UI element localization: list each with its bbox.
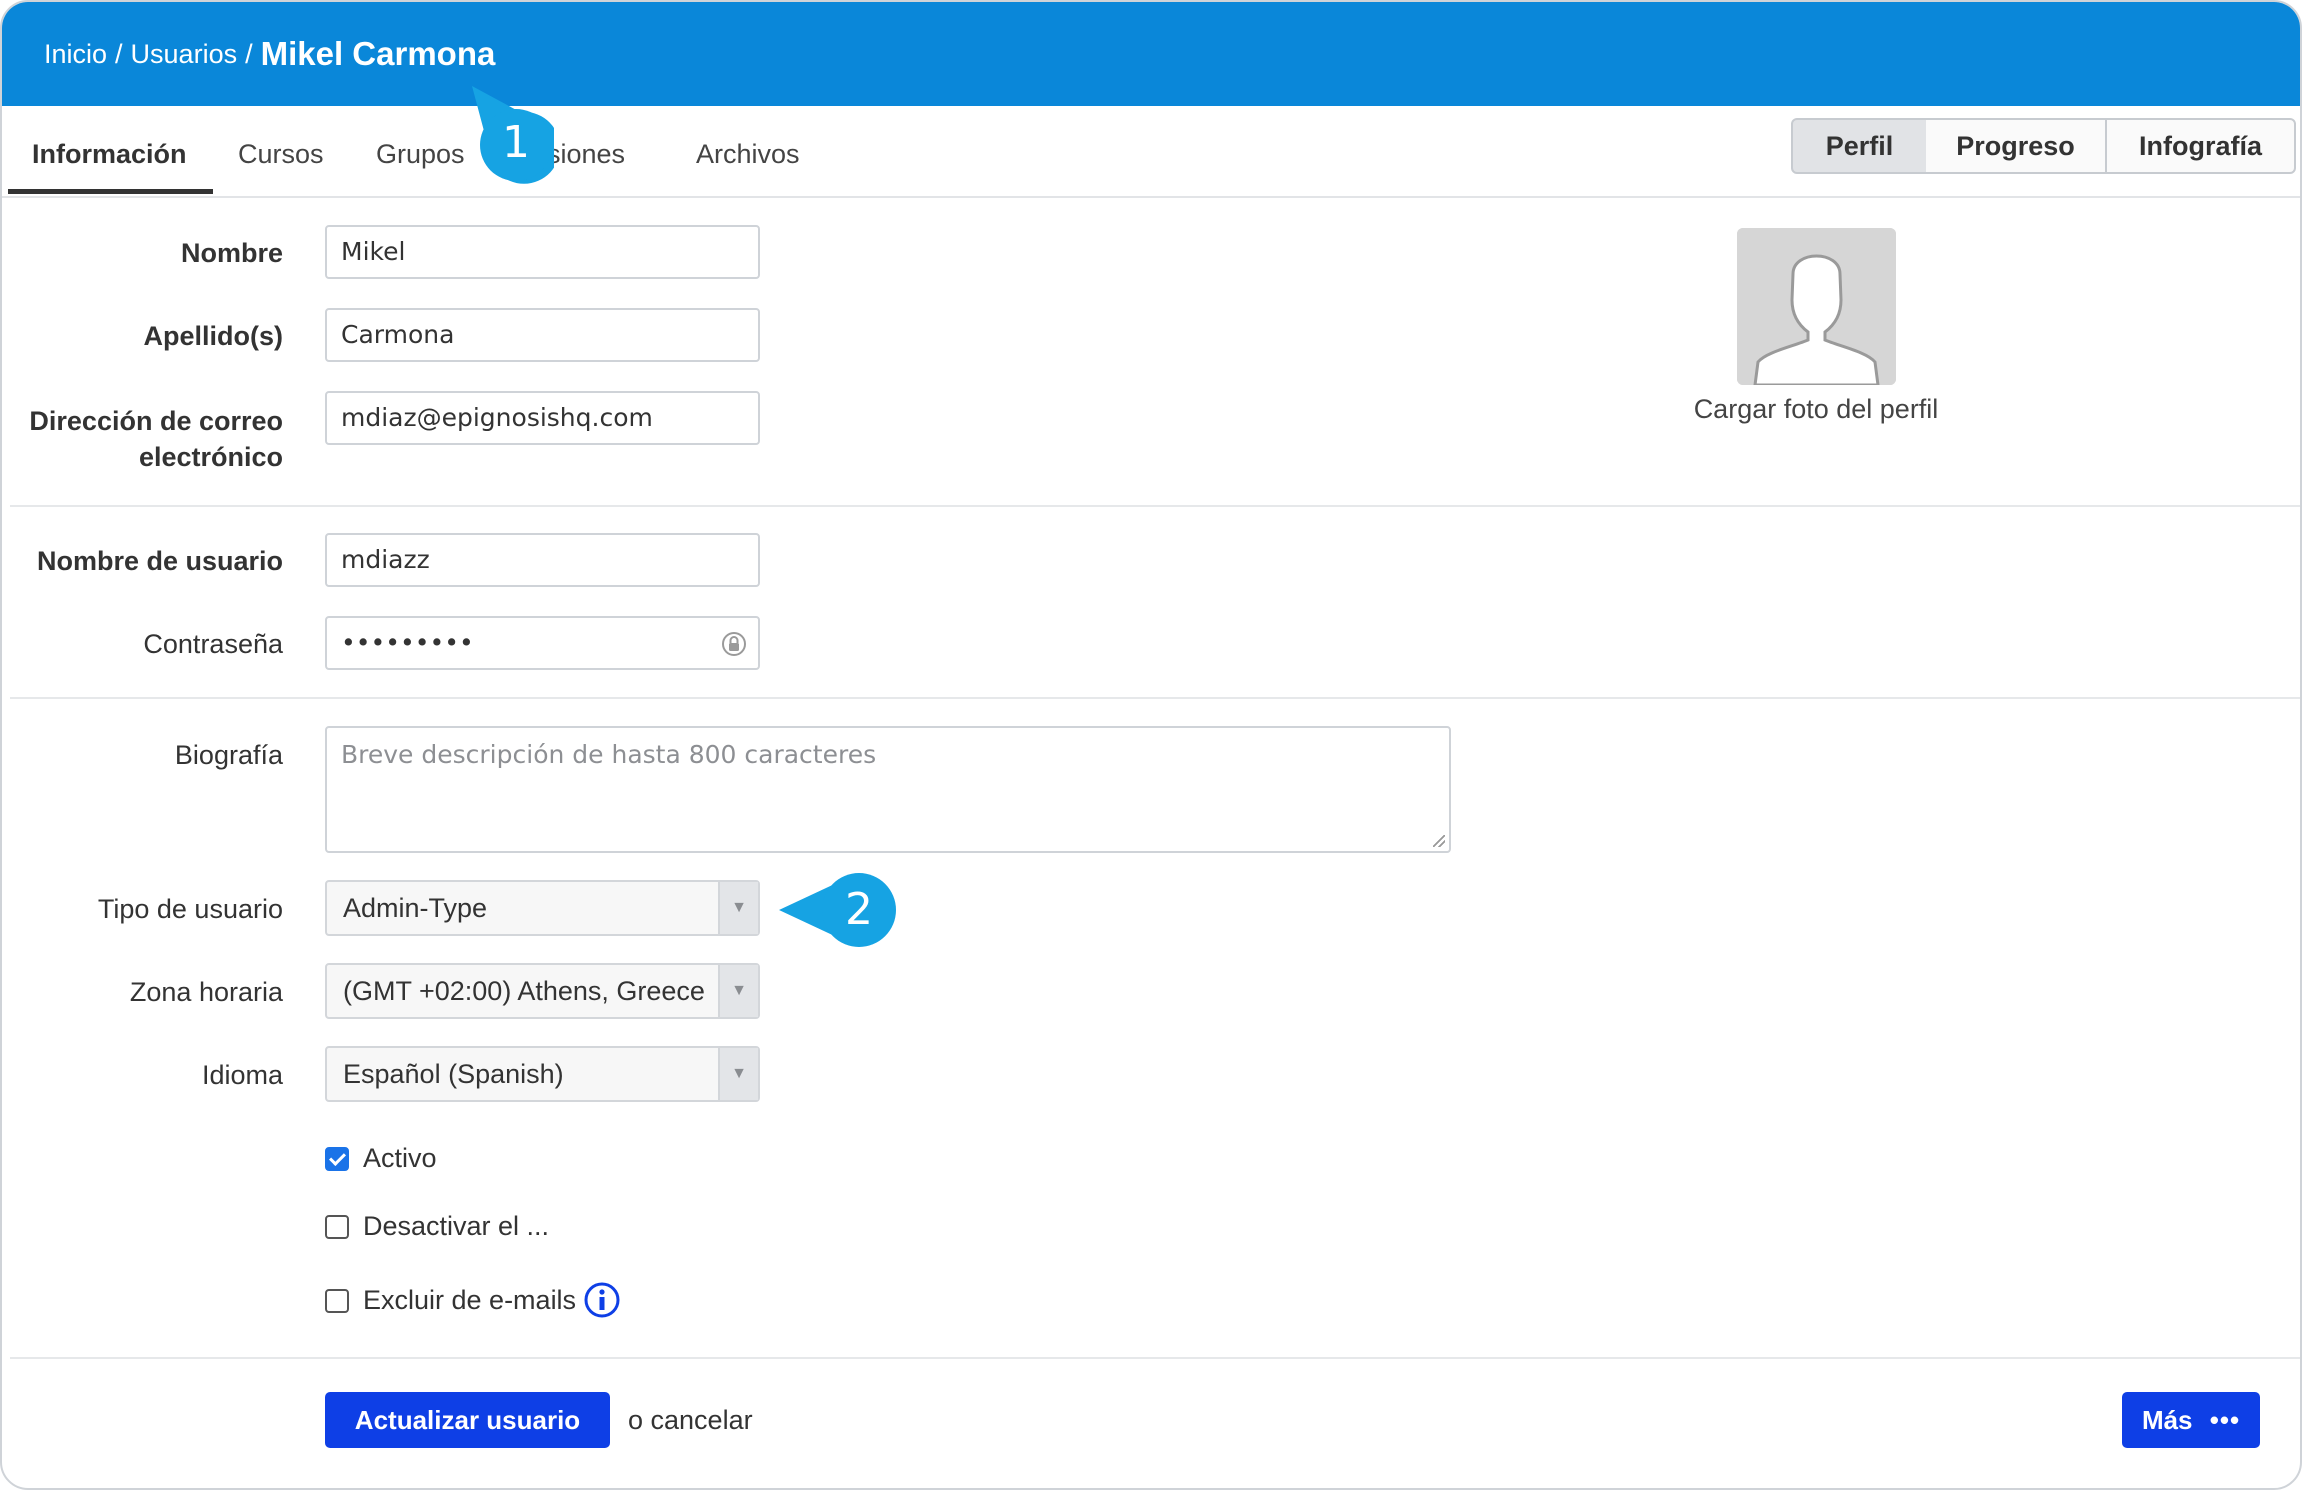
dropdown-arrow-icon: ▼	[718, 882, 758, 934]
callout-number: 2	[845, 884, 873, 935]
section-divider	[10, 505, 2300, 507]
active-checkbox[interactable]	[325, 1147, 349, 1171]
language-select[interactable]: Español (Spanish) ▼	[325, 1046, 760, 1102]
more-button[interactable]: Más •••	[2122, 1392, 2260, 1448]
active-label: Activo	[363, 1143, 437, 1173]
last-name-input[interactable]: Carmona	[325, 308, 760, 362]
bio-label: Biografía	[174, 740, 283, 770]
user-type-select[interactable]: Admin-Type ▼	[325, 880, 760, 936]
upload-photo-link[interactable]: Cargar foto del perfil	[1685, 394, 1947, 425]
tab-courses[interactable]: Cursos	[238, 106, 324, 196]
tab-information[interactable]: Información	[32, 106, 187, 196]
callout-number: 1	[502, 117, 530, 168]
breadcrumb-home-link[interactable]: Inicio	[44, 39, 107, 70]
timezone-value: (GMT +02:00) Athens, Greece	[343, 976, 705, 1006]
cancel-link[interactable]: o cancelar	[628, 1405, 753, 1436]
username-input[interactable]: mdiazz	[325, 533, 760, 587]
profile-view-button[interactable]: Perfil	[1791, 118, 1928, 174]
dropdown-arrow-icon: ▼	[718, 965, 758, 1017]
email-label: Dirección de correo electrónico	[29, 403, 283, 475]
exclude-emails-checkbox[interactable]	[325, 1289, 349, 1313]
user-silhouette-icon	[1737, 228, 1896, 385]
infographic-view-button[interactable]: Infografía	[2105, 118, 2296, 174]
user-edit-window: Inicio / Usuarios / Mikel Carmona Inform…	[0, 0, 2302, 1490]
timezone-select[interactable]: (GMT +02:00) Athens, Greece ▼	[325, 963, 760, 1019]
username-label: Nombre de usuario	[36, 546, 283, 576]
password-input[interactable]: •••••••••	[325, 616, 760, 670]
timezone-label: Zona horaria	[129, 977, 283, 1007]
tab-files[interactable]: Archivos	[696, 106, 800, 196]
active-tab-indicator	[8, 189, 213, 194]
last-name-label: Apellido(s)	[143, 321, 284, 351]
language-label: Idioma	[201, 1060, 283, 1090]
bio-placeholder: Breve descripción de hasta 800 caractere…	[341, 740, 877, 769]
email-label-line1: Dirección de correo	[29, 406, 283, 436]
progress-view-button[interactable]: Progreso	[1926, 118, 2107, 174]
deactivate-label: Desactivar el ...	[363, 1211, 550, 1241]
ellipsis-icon: •••	[2209, 1405, 2241, 1435]
breadcrumb-separator: /	[245, 38, 253, 69]
page-title: Mikel Carmona	[260, 35, 496, 72]
deactivate-checkbox[interactable]	[325, 1215, 349, 1239]
first-name-input[interactable]: Mikel	[325, 225, 760, 279]
profile-photo[interactable]	[1737, 228, 1896, 385]
user-type-value: Admin-Type	[343, 893, 488, 923]
user-type-label: Tipo de usuario	[97, 894, 283, 924]
email-label-line2: electrónico	[138, 442, 283, 472]
language-value: Español (Spanish)	[343, 1059, 564, 1089]
breadcrumb-users-link[interactable]: Usuarios	[131, 39, 238, 70]
password-label: Contraseña	[143, 629, 283, 659]
dropdown-arrow-icon: ▼	[718, 1048, 758, 1100]
section-divider	[10, 697, 2300, 699]
resize-handle-icon[interactable]	[1433, 835, 1445, 847]
password-reveal-icon[interactable]	[720, 630, 748, 658]
update-user-button[interactable]: Actualizar usuario	[325, 1392, 610, 1448]
exclude-emails-label: Excluir de e-mails	[363, 1285, 577, 1315]
breadcrumb-separator: /	[115, 38, 123, 69]
tab-groups[interactable]: Grupos	[376, 106, 465, 196]
bio-textarea[interactable]: Breve descripción de hasta 800 caractere…	[325, 726, 1451, 853]
email-input[interactable]: mdiaz@epignosishq.com	[325, 391, 760, 445]
breadcrumb: Inicio / Usuarios / Mikel Carmona	[2, 2, 2300, 106]
info-icon[interactable]	[583, 1281, 621, 1319]
first-name-label: Nombre	[180, 238, 283, 268]
section-divider	[10, 1357, 2300, 1359]
more-button-label: Más	[2141, 1405, 2193, 1435]
password-value: •••••••••	[341, 628, 474, 657]
